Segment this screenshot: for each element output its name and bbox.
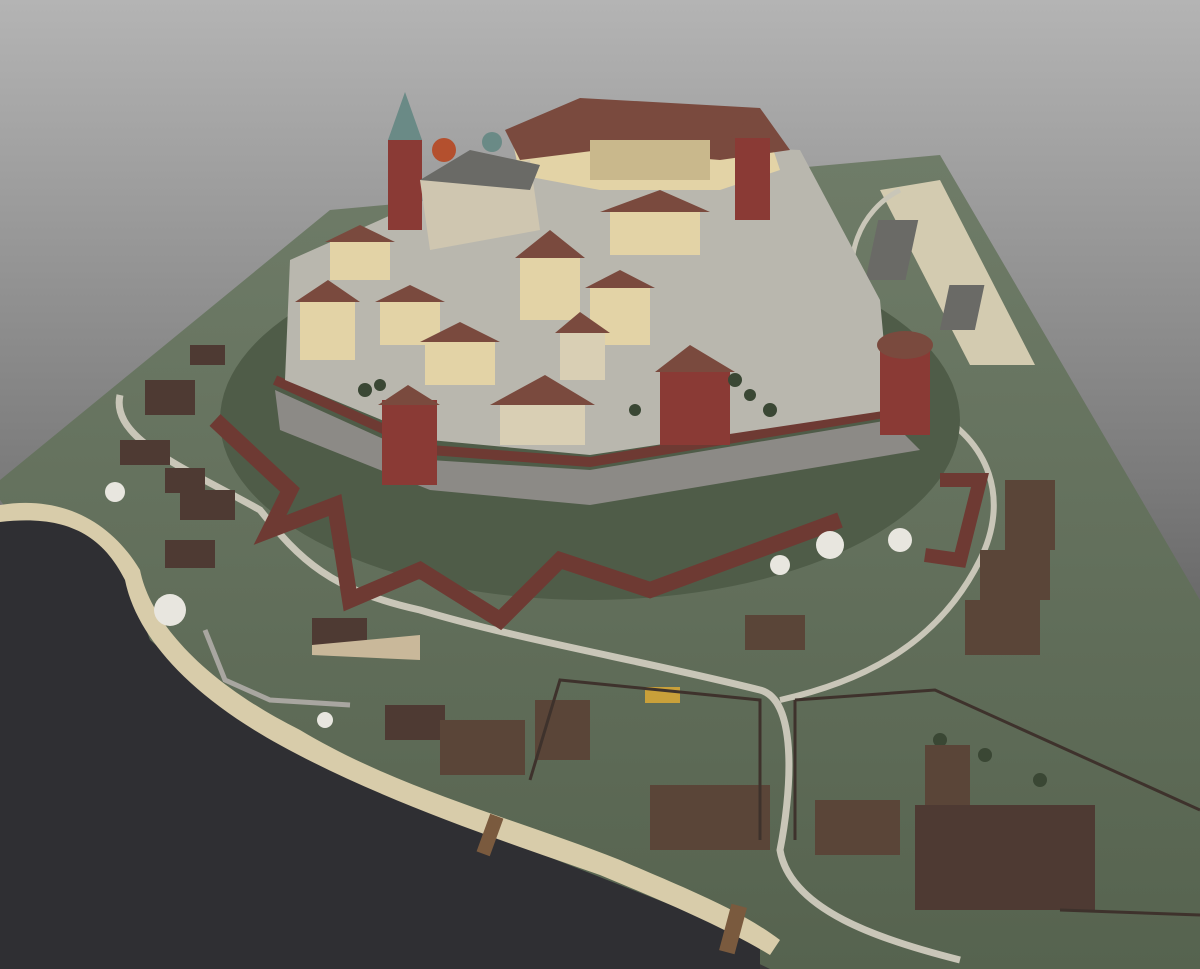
- clock-tower: [735, 135, 770, 220]
- chapel-dome: [482, 132, 502, 152]
- cathedral-tower: [388, 140, 422, 230]
- gate-tower: [382, 400, 437, 485]
- castle-model-photo: [0, 0, 1200, 969]
- palace-arcade: [590, 140, 710, 180]
- tower-roof: [877, 331, 933, 359]
- chapel-dome: [432, 138, 456, 162]
